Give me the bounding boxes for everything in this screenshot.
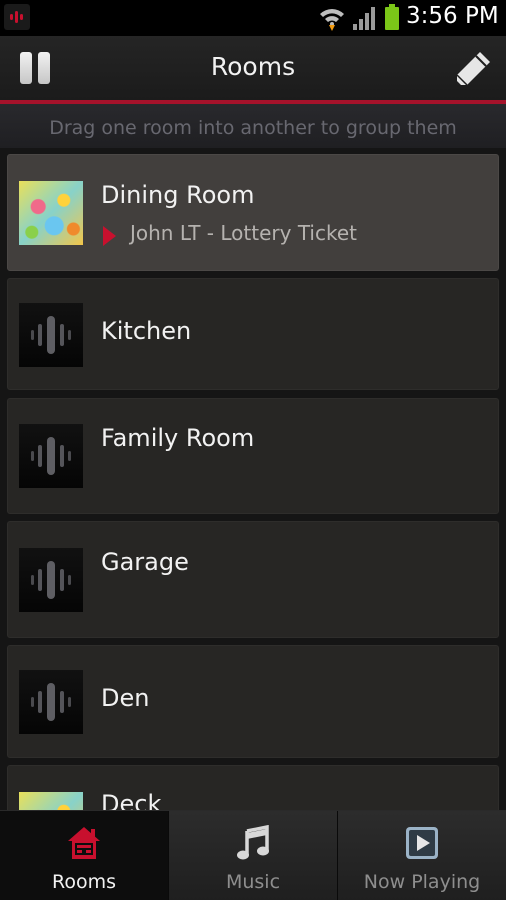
room-item-garage[interactable]: Garage [7,521,499,638]
speaker-icon [19,303,83,367]
room-list[interactable]: Dining Room John LT - Lottery Ticket Kit… [0,148,506,810]
sonos-app-icon [4,4,30,30]
tab-label: Music [225,871,281,893]
room-name: Den [101,684,150,712]
tab-music[interactable]: Music [168,811,337,900]
signal-icon [353,7,375,30]
room-name: Family Room [101,424,255,452]
tab-rooms[interactable]: Rooms [0,811,168,900]
playing-indicator-icon [103,226,116,246]
status-time: 3:56 PM [406,3,499,29]
tab-label: Now Playing [363,871,481,893]
now-playing-text: John LT - Lottery Ticket [130,221,357,245]
bottom-nav: Rooms Music Now Playing [0,810,506,900]
drag-hint: Drag one room into another to group them [0,104,506,148]
page-title: Rooms [210,52,296,81]
room-name: Deck [101,790,162,810]
room-item-kitchen[interactable]: Kitchen [7,278,499,390]
speaker-icon [19,670,83,734]
wifi-icon [320,9,344,31]
speaker-icon [19,424,83,488]
music-note-icon [237,825,269,860]
edit-button[interactable] [452,48,494,90]
room-item-deck[interactable]: Deck [7,765,499,810]
room-item-dining-room[interactable]: Dining Room John LT - Lottery Ticket [7,154,499,271]
tab-label: Rooms [51,871,116,893]
tab-now-playing[interactable]: Now Playing [337,811,506,900]
room-name: Garage [101,548,189,576]
album-art [19,792,83,810]
play-box-icon [406,827,438,859]
pencil-edit-icon [456,52,490,86]
room-name: Kitchen [101,317,192,345]
room-name: Dining Room [101,181,255,209]
room-item-family-room[interactable]: Family Room [7,398,499,514]
room-item-den[interactable]: Den [7,645,499,758]
house-icon [68,827,100,859]
album-art [19,181,83,245]
app-header: Rooms [0,36,506,104]
battery-icon [385,4,399,30]
status-bar: 3:56 PM [0,0,506,36]
speaker-icon [19,548,83,612]
